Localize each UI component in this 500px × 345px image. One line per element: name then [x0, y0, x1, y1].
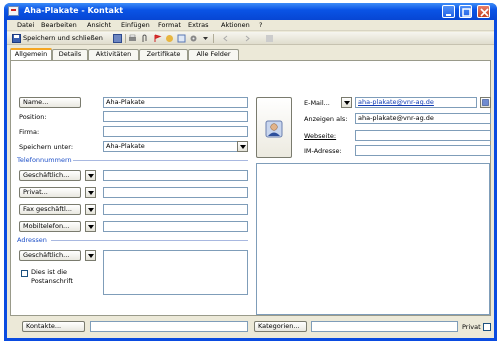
tab-alle-felder[interactable]: Alle Felder: [188, 49, 239, 60]
company-label: Firma:: [19, 128, 40, 136]
toolbar: Speichern und schließen: [7, 32, 494, 45]
address-field[interactable]: [103, 250, 248, 295]
toolbar-separator: [213, 34, 214, 43]
menu-help[interactable]: ?: [259, 21, 262, 29]
phone-fax-field[interactable]: [103, 204, 248, 215]
postal-address-checkbox[interactable]: [21, 270, 28, 277]
tab-allgemein[interactable]: Allgemein: [10, 48, 52, 60]
save-as-field[interactable]: Aha-Plakate: [103, 141, 248, 152]
tab-strip: Allgemein Details Aktivitäten Zertifikat…: [10, 48, 490, 60]
menu-format[interactable]: Format: [158, 21, 181, 29]
display-as-field[interactable]: aha-plakate@vnr-ag.de: [355, 113, 491, 124]
save-as-label: Speichern unter:: [19, 143, 74, 151]
private-checkbox[interactable]: [483, 323, 491, 331]
phone-business-button[interactable]: Geschäftlich...: [19, 170, 81, 181]
options-icon[interactable]: [189, 34, 198, 43]
phone-fax-dropdown[interactable]: [85, 204, 96, 215]
attach-icon[interactable]: [140, 34, 149, 43]
name-field[interactable]: Aha-Plakate: [103, 97, 248, 108]
menu-einfuegen[interactable]: Einfügen: [121, 21, 150, 29]
address-book-icon[interactable]: [480, 97, 491, 108]
email-dropdown[interactable]: [341, 97, 352, 108]
private-label: Privat: [462, 323, 481, 331]
contact-photo-icon: [265, 120, 283, 138]
categories-button[interactable]: Kategorien...: [254, 321, 307, 332]
display-as-label: Anzeigen als:: [304, 115, 348, 123]
address-type-dropdown[interactable]: [85, 250, 96, 261]
contact-photo-button[interactable]: [256, 97, 292, 158]
company-field[interactable]: [103, 126, 248, 137]
contacts-button[interactable]: Kontakte...: [22, 321, 85, 332]
contact-list-icon[interactable]: [177, 34, 186, 43]
position-label: Position:: [19, 113, 47, 121]
window-client: Datei Bearbeiten Ansicht Einfügen Format…: [7, 20, 494, 338]
tab-zertifikate[interactable]: Zertifikate: [139, 49, 188, 60]
postal-address-label: Dies ist die Postanschrift: [31, 268, 73, 285]
email-label[interactable]: E-Mail...: [304, 99, 330, 107]
phone-mobile-dropdown[interactable]: [85, 221, 96, 232]
notes-area[interactable]: [256, 163, 490, 315]
phone-business-field[interactable]: [103, 170, 248, 181]
menu-bar: Datei Bearbeiten Ansicht Einfügen Format…: [7, 20, 494, 31]
maximize-icon[interactable]: [459, 5, 472, 18]
save-close-button[interactable]: Speichern und schließen: [23, 34, 103, 42]
address-type-button[interactable]: Geschäftlich...: [19, 250, 81, 261]
web-field[interactable]: [355, 130, 491, 141]
position-field[interactable]: [103, 111, 248, 122]
tab-details[interactable]: Details: [52, 49, 88, 60]
window-title: Aha-Plakate - Kontakt: [24, 6, 124, 15]
phone-mobile-field[interactable]: [103, 221, 248, 232]
window: Aha-Plakate - Kontakt Datei Bearbeiten A…: [4, 3, 497, 341]
phone-fax-button[interactable]: Fax geschäftl...: [19, 204, 81, 215]
phones-section-label: Telefonnummern: [17, 156, 72, 164]
menu-ansicht[interactable]: Ansicht: [87, 21, 111, 29]
toolbar-separator: [125, 34, 126, 43]
section-divider: [73, 160, 248, 161]
footer-bar: Kontakte... Kategorien... Privat: [7, 317, 494, 338]
phone-business-dropdown[interactable]: [85, 170, 96, 181]
addresses-section-label: Adressen: [17, 236, 47, 244]
tab-aktivitaeten[interactable]: Aktivitäten: [88, 49, 139, 60]
web-label: Webseite:: [304, 132, 337, 140]
section-divider: [51, 240, 248, 241]
close-icon[interactable]: [477, 5, 490, 18]
general-tab-panel: Name... Aha-Plakate Position: Firma: Spe…: [10, 60, 491, 316]
next-item-icon[interactable]: [243, 34, 252, 43]
menu-aktionen[interactable]: Aktionen: [221, 21, 250, 29]
chevron-down-icon[interactable]: [201, 34, 210, 43]
save-disk-icon[interactable]: [113, 34, 122, 43]
menu-extras[interactable]: Extras: [188, 21, 209, 29]
title-bar[interactable]: Aha-Plakate - Kontakt: [4, 3, 497, 20]
previous-item-icon[interactable]: [221, 34, 230, 43]
phone-private-field[interactable]: [103, 187, 248, 198]
im-field[interactable]: [355, 145, 491, 156]
more-options-icon[interactable]: [265, 34, 274, 43]
contact-card-icon: [8, 6, 19, 16]
menu-datei[interactable]: Datei: [17, 21, 34, 29]
print-icon[interactable]: [128, 34, 137, 43]
email-field[interactable]: aha-plakate@vnr-ag.de: [355, 97, 477, 108]
menu-bearbeiten[interactable]: Bearbeiten: [41, 21, 77, 29]
phone-mobile-button[interactable]: Mobiltelefon...: [19, 221, 81, 232]
minimize-icon[interactable]: [442, 5, 455, 18]
phone-private-dropdown[interactable]: [85, 187, 96, 198]
im-label: IM-Adresse:: [304, 147, 342, 155]
contacts-field[interactable]: [90, 321, 248, 332]
name-button[interactable]: Name...: [19, 97, 81, 108]
phone-private-button[interactable]: Privat...: [19, 187, 81, 198]
categorize-icon[interactable]: [165, 34, 174, 43]
flag-icon[interactable]: [153, 34, 162, 43]
save-as-dropdown[interactable]: [237, 141, 248, 152]
save-icon[interactable]: [12, 34, 21, 43]
categories-field[interactable]: [311, 321, 458, 332]
